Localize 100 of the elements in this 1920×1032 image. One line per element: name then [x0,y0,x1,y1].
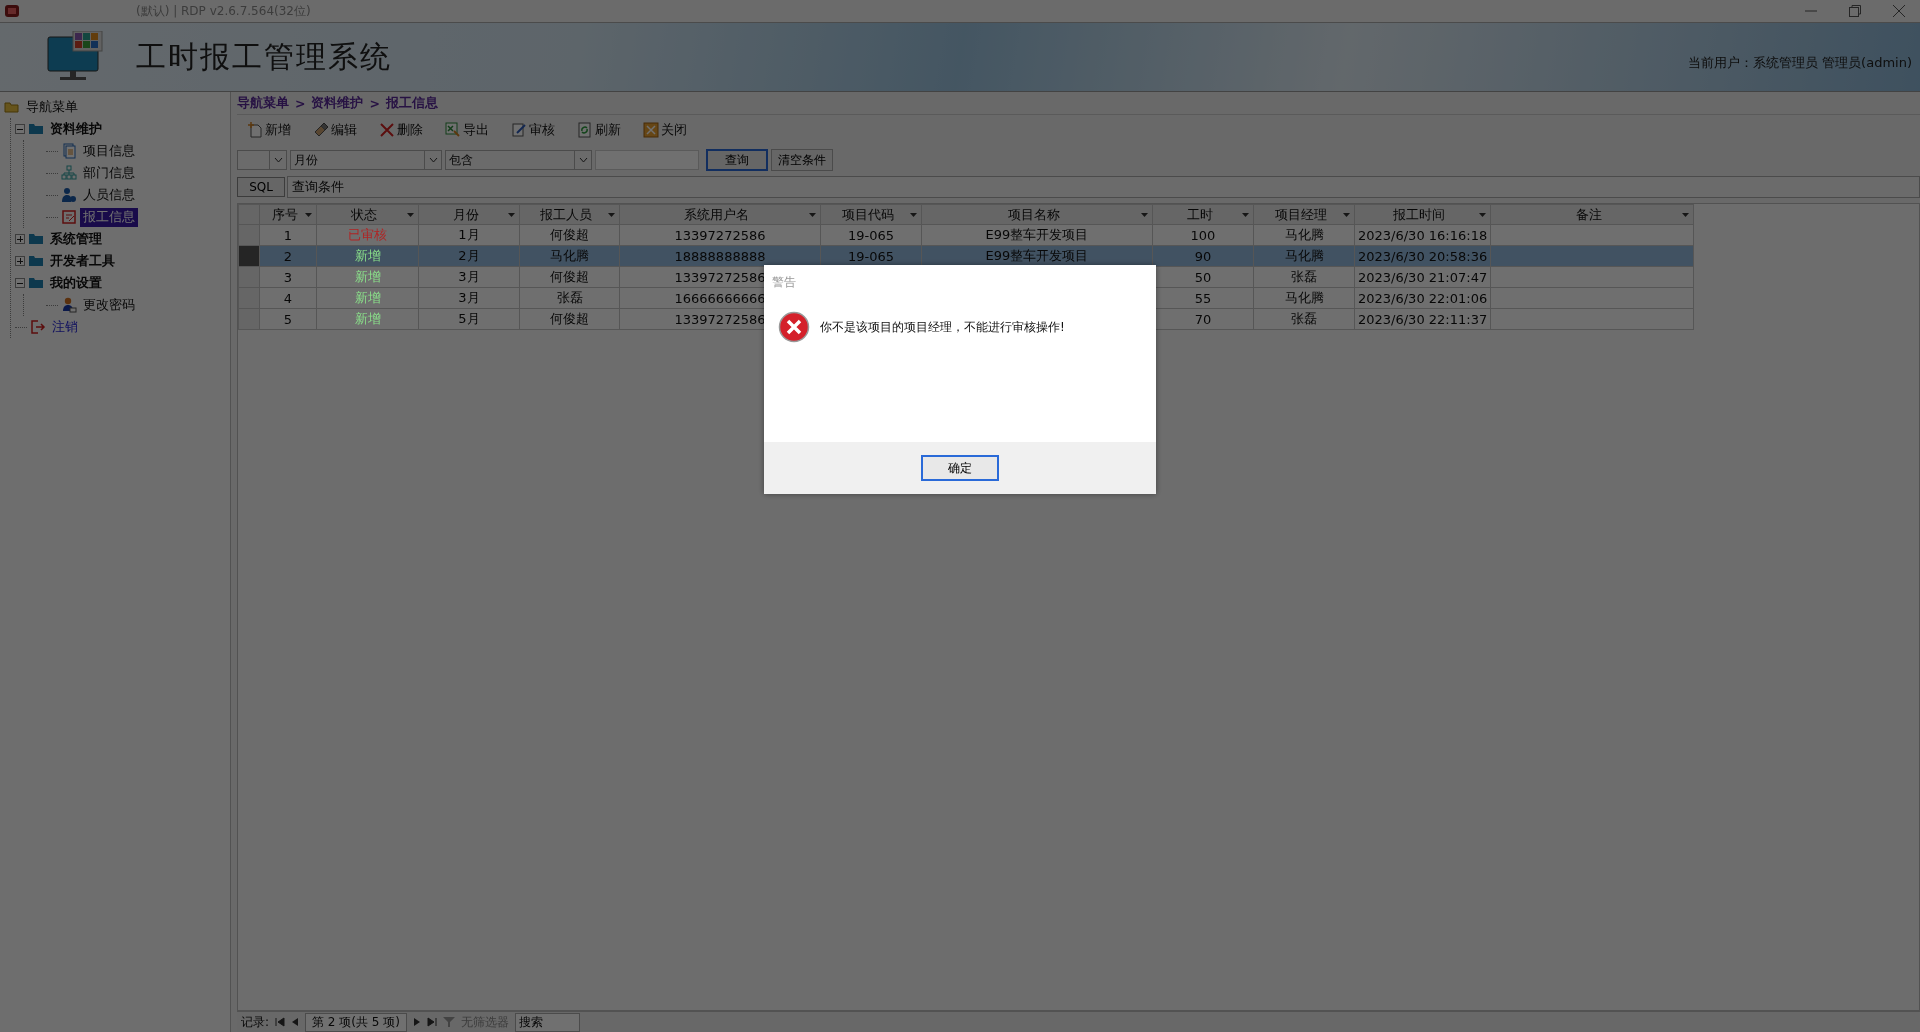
field-dropdown[interactable]: 月份 [290,150,442,170]
edit-form-icon [61,209,77,225]
tree-item[interactable]: 开发者工具 [47,251,118,271]
record-label: 记录: [241,1013,270,1031]
tree-item[interactable]: 人员信息 [80,185,138,205]
current-user-label: 当前用户：系统管理员 管理员(admin) [1688,54,1912,72]
logic-dropdown[interactable] [237,150,287,170]
search-button[interactable]: 查询 [706,149,768,171]
table-row[interactable]: 2 新增 2月 马化腾 18888888888 19-065 E99整车开发项目 90 马化腾 2023/6/30 20:58:36 [238,245,1694,267]
toolbar-button[interactable]: 编辑 [311,119,359,141]
dropdown-arrow-icon[interactable] [1141,212,1148,217]
status-label: 新增 [354,311,381,326]
table-cell: E99整车开发项目 [921,224,1153,246]
funnel-icon [442,1017,455,1027]
toolbar-button[interactable]: 审核 [509,119,557,141]
refresh-icon [577,122,593,138]
toolbar-button[interactable]: 新增 [245,119,293,141]
ok-button[interactable]: 确定 [921,455,999,481]
tree-item[interactable]: 导航菜单 [23,97,81,117]
dropdown-arrow-icon[interactable] [1682,212,1690,217]
hierarchy-icon [61,165,77,181]
column-header[interactable]: 项目代码 [820,204,922,225]
column-header[interactable]: 状态 [316,204,419,225]
collapse-icon[interactable] [15,124,25,134]
condition-field[interactable]: 查询条件 [287,176,1920,198]
column-header[interactable]: 工时 [1152,204,1254,225]
dropdown-arrow-icon[interactable] [305,212,312,217]
record-position-field[interactable]: 第 2 项(共 5 项) [305,1012,407,1032]
column-header[interactable]: 系统用户名 [619,204,821,225]
chevron-icon [273,157,283,163]
toolbar-button[interactable]: 导出 [443,119,491,141]
page-plus-icon [247,122,263,138]
monitor-icon [46,31,106,83]
folder-icon [4,99,20,115]
column-header[interactable]: 报工时间 [1354,204,1491,225]
last-record-icon[interactable] [426,1017,437,1027]
folder-icon [28,231,44,247]
breadcrumb-link[interactable]: 资料维护 [311,94,364,112]
previous-record-icon[interactable] [291,1017,300,1027]
operator-dropdown[interactable]: 包含 [445,150,592,170]
column-header[interactable]: 备注 [1490,204,1694,225]
person-icon [61,297,77,313]
tree-item[interactable]: 我的设置 [47,273,105,293]
breadcrumb-separator: > [369,95,380,111]
app-title: 工时报工管理系统 [136,37,392,76]
folder-icon [28,253,44,269]
status-label: 新增 [354,290,381,305]
status-label: 已审核 [348,227,387,242]
expand-icon[interactable] [15,234,25,244]
tree-item[interactable]: 更改密码 [80,295,138,315]
close-icon[interactable] [1892,4,1906,18]
tree-item[interactable]: 报工信息 [80,207,138,227]
chevron-icon [578,157,588,163]
tree-item[interactable]: 部门信息 [80,163,138,183]
clear-button[interactable]: 清空条件 [771,149,833,171]
first-record-icon[interactable] [275,1017,286,1027]
dropdown-arrow-icon[interactable] [910,212,917,217]
close-box-icon [643,122,659,138]
cross-icon [379,122,395,138]
status-label: 新增 [354,269,381,284]
sql-button[interactable]: SQL [237,177,285,197]
toolbar-button[interactable]: 关闭 [641,119,689,141]
column-header[interactable]: 月份 [418,204,520,225]
dropdown-arrow-icon[interactable] [508,212,515,217]
error-icon [778,311,810,343]
status-label: 新增 [354,248,381,263]
toolbar-button[interactable]: 刷新 [575,119,623,141]
pencil-page-icon [511,122,527,138]
dropdown-arrow-icon[interactable] [407,212,414,217]
column-header[interactable]: 项目经理 [1253,204,1355,225]
dropdown-arrow-icon[interactable] [1242,212,1249,217]
toolbar-button[interactable]: 删除 [377,119,425,141]
folder-icon [28,121,44,137]
table-row[interactable]: 1 已审核 1月 何俊超 13397272586 19-065 E99整车开发项目 100 马化腾 2023/6/30 16:16:18 [238,224,1694,246]
breadcrumb-link[interactable]: 报工信息 [385,94,438,112]
breadcrumb-separator: > [295,95,306,111]
dropdown-arrow-icon[interactable] [1479,212,1487,217]
tree-item[interactable]: 项目信息 [80,141,138,161]
column-header[interactable]: 报工人员 [519,204,620,225]
person-gear-icon [61,187,77,203]
tree-item[interactable]: 注销 [49,317,81,337]
search-field[interactable]: 搜索 [514,1012,580,1032]
tree-item[interactable]: 系统管理 [47,229,105,249]
tree-item[interactable]: 资料维护 [47,119,105,139]
breadcrumb-link[interactable]: 导航菜单 [237,94,289,112]
restore-icon[interactable] [1848,4,1862,18]
dropdown-arrow-icon[interactable] [1343,212,1350,217]
document-icon [61,143,77,159]
column-header[interactable]: 序号 [259,204,317,225]
expand-icon[interactable] [15,256,25,266]
next-record-icon[interactable] [412,1017,421,1027]
exit-icon [30,319,46,335]
chevron-icon [428,157,438,163]
column-header[interactable]: 项目名称 [921,204,1153,225]
folder-icon [28,275,44,291]
brush-icon [313,122,329,138]
dropdown-arrow-icon[interactable] [608,212,615,217]
collapse-icon[interactable] [15,278,25,288]
app-icon [4,3,20,19]
dropdown-arrow-icon[interactable] [809,212,816,217]
